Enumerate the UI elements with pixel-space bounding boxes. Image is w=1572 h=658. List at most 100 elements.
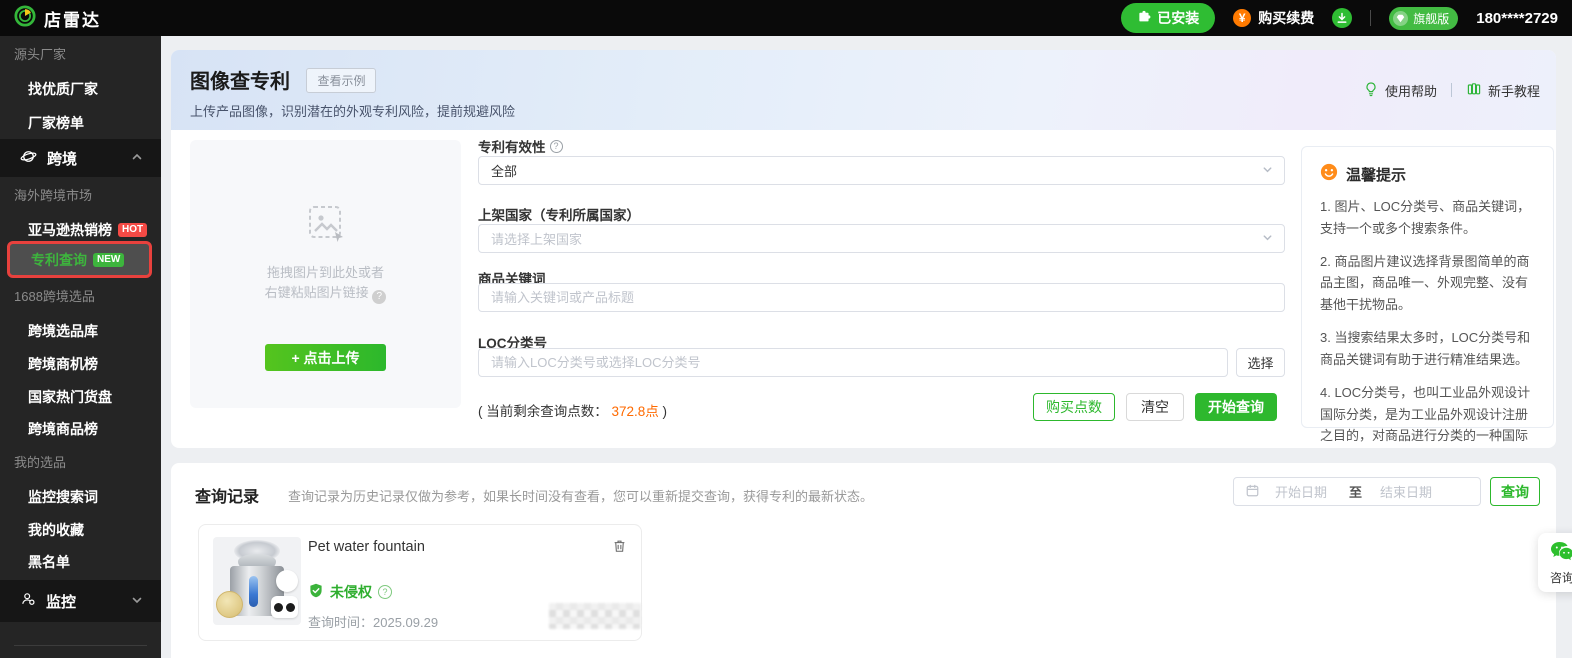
- chevron-up-icon: [131, 150, 143, 167]
- tip-1: 1. 图片、LOC分类号、商品关键词，支持一个或多个搜索条件。: [1320, 199, 1531, 236]
- page-subtitle: 上传产品图像，识别潜在的外观专利风险，提前规避风险: [190, 104, 516, 119]
- clear-button[interactable]: 清空: [1126, 393, 1184, 421]
- smiley-icon: [1320, 163, 1338, 185]
- help-link[interactable]: 使用帮助: [1363, 81, 1437, 100]
- lightbulb-icon: [1363, 81, 1379, 100]
- records-title: 查询记录: [195, 489, 260, 506]
- records-query-button[interactable]: 查询: [1490, 477, 1540, 506]
- date-to-label: 至: [1349, 485, 1363, 500]
- consult-label: 咨询: [1549, 571, 1572, 585]
- select-chevron-icon: [1262, 231, 1273, 246]
- record-item: Pet water fountain 未侵权 ? 查询时间：2025.09.29: [198, 524, 642, 641]
- image-upload-dropzone[interactable]: 拖拽图片到此处或者 右键粘贴图片链接 ? + 点击上传: [190, 140, 461, 408]
- header-divider: [1450, 83, 1452, 97]
- validity-label-row: 专利有效性 ?: [478, 136, 563, 156]
- keyword-input[interactable]: [478, 283, 1285, 312]
- sidebar-section-my-picks: 我的选品: [14, 455, 67, 470]
- sidebar-group-monitor[interactable]: 监控: [0, 580, 161, 622]
- tips-title: 温馨提示: [1346, 166, 1407, 184]
- sidebar-item-product-pool[interactable]: 跨境选品库: [0, 321, 161, 341]
- yen-coin-icon: ¥: [1233, 9, 1252, 27]
- sidebar-item-amazon-hot[interactable]: 亚马逊热销榜 HOT: [0, 220, 161, 240]
- annotation-highlight-box: 专利查询 NEW: [7, 241, 152, 278]
- plan-badge-label: 旗舰版: [1413, 11, 1450, 26]
- shield-check-icon: [308, 582, 324, 602]
- redacted-blur-area: [549, 603, 641, 629]
- sidebar-item-favorites[interactable]: 我的收藏: [0, 520, 161, 540]
- help-label: 使用帮助: [1384, 83, 1437, 99]
- drag-hint-line2: 右键粘贴图片链接: [264, 285, 369, 300]
- renew-button[interactable]: ¥ 购买续费: [1233, 8, 1314, 28]
- tip-4: 4. LOC分类号，也叫工业品外观设计国际分类，是为工业品外观设计注册之目的，对…: [1320, 384, 1531, 444]
- loc-choose-button[interactable]: 选择: [1236, 348, 1285, 377]
- planet-icon: [20, 148, 37, 169]
- start-search-button[interactable]: 开始查询: [1195, 393, 1277, 421]
- sidebar-item-business-rank[interactable]: 跨境商机榜: [0, 354, 161, 374]
- sidebar: 源头厂家 找优质厂家 厂家榜单 跨境 海外跨境市场 亚马逊热销榜 HOT 专利查…: [0, 36, 161, 658]
- upload-help-icon[interactable]: ?: [372, 290, 387, 304]
- record-status: 未侵权: [330, 584, 372, 600]
- new-badge: NEW: [93, 252, 125, 267]
- validity-value: 全部: [491, 164, 518, 179]
- installed-label: 已安装: [1157, 10, 1200, 26]
- main-content: 图像查专利 查看示例 上传产品图像，识别潜在的外观专利风险，提前规避风险 使用帮…: [161, 36, 1572, 658]
- drag-hint-line1: 拖拽图片到此处或者: [266, 265, 384, 280]
- sidebar-item-find-factory[interactable]: 找优质厂家: [0, 79, 161, 99]
- patent-search-card: 图像查专利 查看示例 上传产品图像，识别潜在的外观专利风险，提前规避风险 使用帮…: [171, 50, 1556, 448]
- product-image[interactable]: [213, 537, 301, 625]
- tip-2: 2. 商品图片建议选择背景图简单的商品主图，商品唯一、外观完整、没有基他干扰物品…: [1320, 253, 1530, 313]
- delete-record-icon[interactable]: [612, 538, 627, 559]
- books-icon: [1466, 81, 1482, 100]
- crossborder-label: 跨境: [47, 150, 78, 168]
- upload-button[interactable]: + 点击上传: [265, 344, 386, 371]
- country-placeholder: 请选择上架国家: [491, 232, 583, 247]
- status-help-icon[interactable]: ?: [378, 585, 392, 599]
- page-title: 图像查专利: [190, 71, 290, 93]
- person-icon: [20, 591, 36, 611]
- sidebar-divider: [14, 645, 147, 646]
- monitor-label: 监控: [46, 593, 77, 611]
- page-header-band: 图像查专利 查看示例 上传产品图像，识别潜在的外观专利风险，提前规避风险 使用帮…: [171, 50, 1556, 130]
- wechat-icon: [1550, 541, 1572, 566]
- app-logo[interactable]: 店雷达: [14, 4, 101, 32]
- topbar-divider: [1370, 10, 1372, 26]
- date-end-placeholder: 结束日期: [1380, 485, 1433, 500]
- download-button[interactable]: [1332, 8, 1353, 28]
- sidebar-section-overseas: 海外跨境市场: [14, 188, 93, 203]
- renew-label: 购买续费: [1258, 10, 1315, 26]
- app-title: 店雷达: [44, 10, 101, 30]
- view-example-button[interactable]: 查看示例: [306, 68, 377, 93]
- installed-button[interactable]: 已安装: [1121, 3, 1216, 33]
- sidebar-section-source-factory: 源头厂家: [14, 47, 67, 62]
- loc-input[interactable]: [478, 348, 1228, 377]
- sidebar-item-country-goods[interactable]: 国家热门货盘: [0, 387, 161, 407]
- sidebar-item-patent-search[interactable]: 专利查询: [31, 250, 87, 270]
- radar-logo-icon: [14, 4, 36, 32]
- sidebar-item-monitor-keywords[interactable]: 监控搜索词: [0, 487, 161, 507]
- puzzle-icon: [1137, 10, 1151, 27]
- hot-badge: HOT: [118, 223, 148, 237]
- country-select[interactable]: 请选择上架国家: [478, 224, 1285, 253]
- query-records-card: 查询记录 查询记录为历史记录仅做为参考，如果长时间没有查看，您可以重新提交查询，…: [171, 463, 1556, 658]
- topbar: 店雷达 已安装 ¥ 购买续费 旗舰版 180****2729: [0, 0, 1572, 36]
- records-subtitle: 查询记录为历史记录仅做为参考，如果长时间没有查看，您可以重新提交查询，获得专利的…: [288, 489, 874, 504]
- validity-label: 专利有效性: [478, 140, 546, 155]
- record-time: 2025.09.29: [373, 615, 439, 630]
- buy-points-button[interactable]: 购买点数: [1033, 393, 1115, 421]
- tip-3: 3. 当搜索结果太多时，LOC分类号和商品关键词有助于进行精准结果选。: [1320, 330, 1531, 367]
- sidebar-group-crossborder[interactable]: 跨境: [0, 139, 161, 177]
- sidebar-section-1688: 1688跨境选品: [14, 289, 95, 304]
- tutorial-link[interactable]: 新手教程: [1466, 81, 1540, 100]
- country-label: 上架国家（专利所属国家）: [478, 208, 640, 223]
- wechat-consult-widget[interactable]: 咨询: [1538, 533, 1572, 592]
- validity-help-icon[interactable]: ?: [549, 139, 563, 153]
- date-range-picker[interactable]: 开始日期 至 结束日期: [1233, 477, 1481, 506]
- tutorial-label: 新手教程: [1487, 83, 1540, 99]
- upload-image-icon: [190, 202, 461, 249]
- sidebar-item-factory-rank[interactable]: 厂家榜单: [0, 113, 161, 133]
- sidebar-item-product-rank[interactable]: 跨境商品榜: [0, 419, 161, 439]
- sidebar-item-blacklist[interactable]: 黑名单: [0, 552, 161, 572]
- select-chevron-icon: [1262, 163, 1273, 178]
- validity-select[interactable]: 全部: [478, 156, 1285, 185]
- account-phone[interactable]: 180****2729: [1476, 10, 1558, 27]
